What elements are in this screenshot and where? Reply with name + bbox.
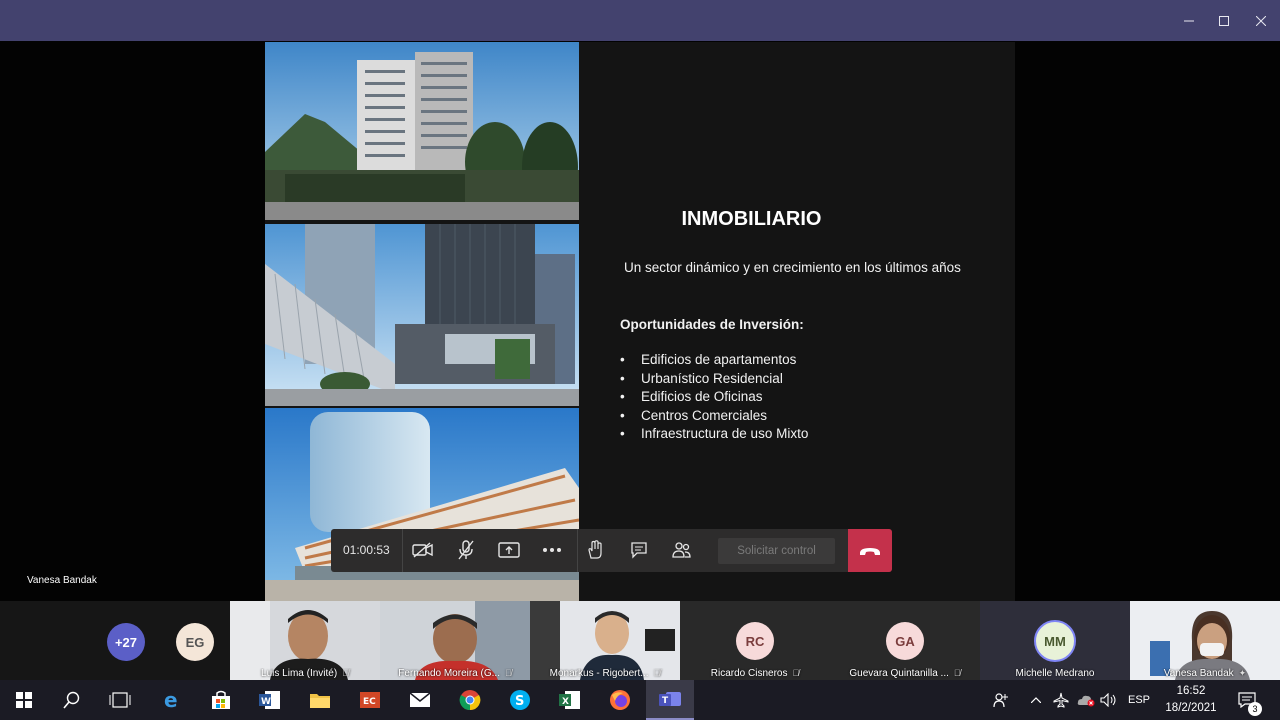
- video-tile[interactable]: Monarkus - Rigobert... 🎙̸: [530, 601, 680, 680]
- windows-start-icon[interactable]: [0, 680, 48, 720]
- windows-taskbar: e W EC S X T ESP 16:52 18/2/2021 3: [0, 680, 1280, 720]
- excel-icon[interactable]: X: [546, 680, 594, 720]
- search-icon[interactable]: [48, 680, 96, 720]
- presentation-slide: INMOBILIARIO Un sector dinámico y en cre…: [265, 42, 1015, 601]
- airplane-mode-icon[interactable]: [1050, 680, 1072, 720]
- avatar-tile[interactable]: MM Michelle Medrano: [980, 601, 1130, 680]
- chat-icon[interactable]: [624, 535, 654, 565]
- video-tile[interactable]: Fernando Moreira (G... 🎙̸: [380, 601, 530, 680]
- mic-off-icon: 🎙̸: [792, 668, 800, 678]
- hang-up-icon: [860, 547, 880, 555]
- mic-off-icon: 🎙̸: [504, 668, 512, 678]
- edge-icon[interactable]: e: [148, 680, 196, 720]
- notification-count-badge: 3: [1248, 702, 1262, 716]
- raise-hand-icon[interactable]: [580, 535, 610, 565]
- mail-icon[interactable]: [396, 680, 444, 720]
- avatar-tile[interactable]: GA Guevara Quintanilla ... 🎙̸: [830, 601, 980, 680]
- slide-photo-offices: [265, 224, 579, 406]
- call-timer: 01:00:53: [343, 543, 390, 557]
- presenter-label: Vanesa Bandak: [27, 575, 97, 586]
- teams-icon[interactable]: T: [646, 680, 694, 720]
- teams-ec-icon[interactable]: EC: [346, 680, 394, 720]
- slide-title: INMOBILIARIO: [681, 208, 822, 230]
- list-item: Urbanístico Residencial: [620, 371, 808, 390]
- avatar-tile[interactable]: RC Ricardo Cisneros 🎙̸: [680, 601, 830, 680]
- onedrive-error-icon[interactable]: [1075, 680, 1097, 720]
- participant-name: Fernando Moreira (G... 🎙̸: [398, 668, 512, 679]
- notification-center-icon[interactable]: 3: [1232, 680, 1262, 720]
- chrome-icon[interactable]: [446, 680, 494, 720]
- mic-off-icon[interactable]: [451, 535, 481, 565]
- title-bar: [0, 0, 1280, 41]
- participants-icon[interactable]: [667, 535, 697, 565]
- mic-off-icon: 🎙̸: [953, 668, 961, 678]
- avatar[interactable]: EG: [176, 623, 214, 661]
- slide-bullet-list: Edificios de apartamentos Urbanístico Re…: [620, 352, 808, 445]
- slide-photo-residential: [265, 42, 579, 220]
- pin-icon: ✦: [1238, 668, 1247, 678]
- taskbar-clock[interactable]: 16:52 18/2/2021: [1160, 683, 1222, 717]
- more-icon[interactable]: [537, 535, 567, 565]
- svg-text:X: X: [562, 697, 569, 707]
- camera-off-icon[interactable]: [408, 535, 438, 565]
- video-tile[interactable]: Luis Lima (Invité) 🎙̸: [230, 601, 380, 680]
- call-control-bar: 01:00:53 Solicitar control: [331, 529, 892, 572]
- mic-off-icon: 🎙̸: [653, 668, 661, 678]
- participant-name: Ricardo Cisneros 🎙̸: [710, 668, 800, 679]
- video-tile[interactable]: Vanesa Bandak ✦: [1130, 601, 1280, 680]
- list-item: Edificios de Oficinas: [620, 389, 808, 408]
- task-view-icon[interactable]: [96, 680, 144, 720]
- request-control-button[interactable]: Solicitar control: [718, 538, 835, 564]
- participant-name: Vanesa Bandak ✦: [1163, 668, 1247, 679]
- share-screen-icon[interactable]: [494, 535, 524, 565]
- minimize-icon[interactable]: [1170, 0, 1208, 41]
- store-icon[interactable]: [197, 680, 245, 720]
- firefox-icon[interactable]: [596, 680, 644, 720]
- language-indicator[interactable]: ESP: [1124, 680, 1154, 720]
- svg-text:W: W: [261, 697, 271, 707]
- svg-text:EC: EC: [363, 697, 376, 707]
- list-item: Infraestructura de uso Mixto: [620, 426, 808, 445]
- chevron-up-icon[interactable]: [1028, 680, 1044, 720]
- file-explorer-icon[interactable]: [296, 680, 344, 720]
- clock-date: 18/2/2021: [1165, 702, 1217, 714]
- divider: [577, 529, 578, 572]
- close-icon[interactable]: [1242, 0, 1280, 41]
- participant-name: Luis Lima (Invité) 🎙̸: [261, 668, 349, 679]
- word-icon[interactable]: W: [246, 680, 294, 720]
- slide-section-heading: Oportunidades de Inversión:: [620, 317, 804, 332]
- participant-name: Monarkus - Rigobert... 🎙̸: [549, 668, 661, 679]
- slide-photo-commercial: [265, 408, 579, 601]
- svg-text:e: e: [164, 689, 178, 711]
- divider: [402, 529, 403, 572]
- avatar: RC: [736, 622, 774, 660]
- participant-name: Michelle Medrano: [1015, 668, 1095, 679]
- slide-subtitle: Un sector dinámico y en crecimiento en l…: [624, 260, 961, 275]
- skype-icon[interactable]: S: [496, 680, 544, 720]
- volume-icon[interactable]: [1098, 680, 1120, 720]
- participant-strip: +27 EG Luis Lima (Invité) 🎙̸ Fernando Mor…: [0, 601, 1280, 680]
- hang-up-button[interactable]: [848, 529, 892, 572]
- people-icon[interactable]: [990, 680, 1012, 720]
- clock-time: 16:52: [1176, 685, 1206, 697]
- list-item: Edificios de apartamentos: [620, 352, 808, 371]
- overflow-participants-badge[interactable]: +27: [107, 623, 145, 661]
- svg-text:T: T: [662, 696, 669, 706]
- avatar: GA: [886, 622, 924, 660]
- mic-off-icon: 🎙̸: [342, 668, 349, 678]
- list-item: Centros Comerciales: [620, 408, 808, 427]
- participant-name: Guevara Quintanilla ... 🎙̸: [849, 668, 961, 679]
- svg-text:S: S: [515, 694, 524, 709]
- avatar: MM: [1034, 620, 1076, 662]
- maximize-icon[interactable]: [1205, 0, 1243, 41]
